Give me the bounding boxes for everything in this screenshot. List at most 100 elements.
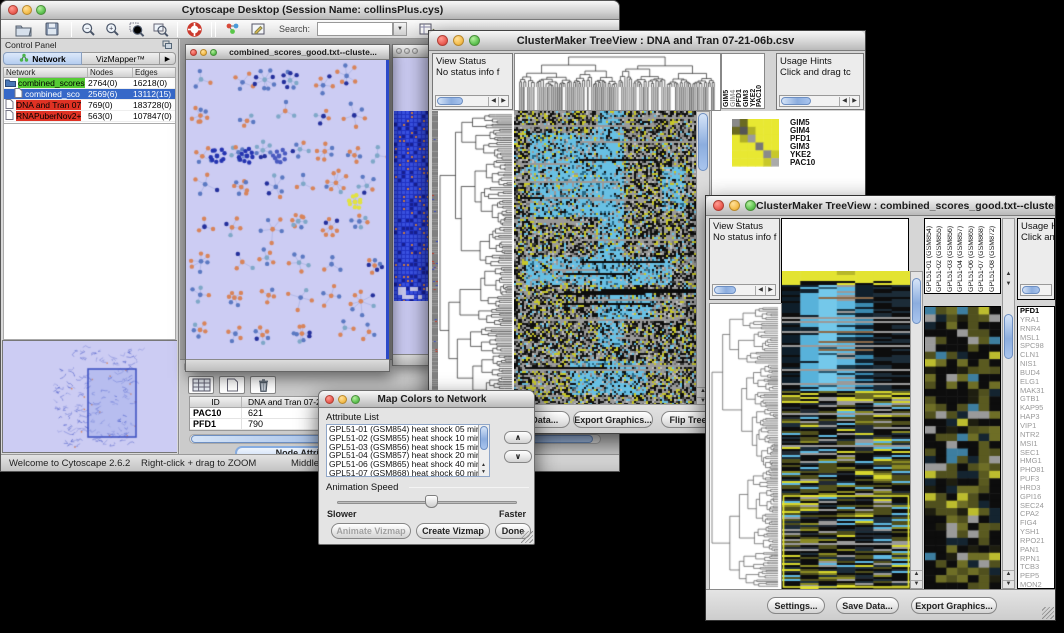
column-label[interactable]: GPL51-06 (GSM865) (968, 220, 978, 292)
resize-grip[interactable] (1042, 607, 1054, 619)
resize-grip[interactable] (521, 531, 533, 543)
create-vizmap-button[interactable]: Create Vizmap (416, 523, 490, 539)
usage-hints-panel: Usage Hi Click and (1017, 218, 1055, 300)
tab-overflow-arrow[interactable]: ▶ (160, 52, 176, 65)
tab-network[interactable]: Network (3, 52, 82, 65)
minimize-button[interactable] (200, 49, 207, 56)
slider-thumb[interactable] (425, 495, 438, 508)
column-labels: GIM5GIM4PFD1GIM3YKE2PAC10 (721, 53, 765, 109)
network-tab-icon (19, 53, 29, 65)
animate-vizmap-button[interactable]: Animate Vizmap (331, 523, 411, 539)
move-down-button[interactable]: ∨ (504, 450, 532, 463)
dialog-title: Map Colors to Network (360, 394, 504, 405)
control-panel: Control Panel Network VizMapper™ ▶ Netwo… (1, 39, 179, 454)
attribute-list-label: Attribute List (326, 412, 379, 423)
save-data-button[interactable]: Save Data... (836, 597, 899, 614)
dense-network-canvas[interactable] (394, 111, 428, 301)
gene-label[interactable]: MON2 (1020, 581, 1054, 589)
usage-hints-scrollbar[interactable]: ◀▶ (779, 95, 860, 107)
move-up-button[interactable]: ∧ (504, 431, 532, 444)
zoom-button[interactable] (745, 200, 756, 211)
usage-hints-scrollbar[interactable] (1020, 284, 1052, 296)
close-button[interactable] (8, 5, 18, 15)
network-view-canvas[interactable] (187, 60, 387, 360)
annotation-icon[interactable] (251, 22, 266, 40)
column-label[interactable]: PFD1 (736, 55, 743, 107)
zoom-button[interactable] (469, 35, 480, 46)
search-dropdown-button[interactable]: ▼ (393, 22, 407, 36)
export-graphics-button[interactable]: Export Graphics... (573, 411, 653, 428)
zoom-button[interactable] (210, 49, 217, 56)
control-panel-title: Control Panel (5, 40, 57, 50)
folder-icon (5, 78, 16, 89)
search-input[interactable] (317, 22, 393, 36)
background-network-window[interactable] (392, 44, 430, 366)
minimize-button[interactable] (22, 5, 32, 15)
network-row[interactable]: RNAPuberNov2+563(0)107847(0) (4, 111, 175, 122)
status-zoom-hint: Right-click + drag to ZOOM (141, 458, 256, 469)
view-status-scrollbar[interactable]: ◀▶ (435, 95, 509, 107)
minimize-button[interactable] (729, 200, 740, 211)
float-panel-icon[interactable] (162, 40, 173, 51)
column-tree-area (781, 218, 909, 271)
treeview-window-combined: ClusterMaker TreeView : combined_scores_… (705, 195, 1056, 621)
close-button[interactable] (190, 49, 197, 56)
network-view-title: combined_scores_good.txt--cluste... (217, 47, 389, 57)
close-button[interactable] (325, 395, 334, 404)
export-graphics-button[interactable]: Export Graphics... (911, 597, 997, 614)
column-label[interactable]: GPL51-03 (GSM856) (947, 220, 957, 292)
row-dendrogram[interactable] (438, 111, 514, 406)
tab-vizmapper[interactable]: VizMapper™ (82, 52, 160, 65)
usage-hints-panel: Usage Hints Click and drag tc ◀▶ (776, 53, 864, 110)
heatmap-canvas[interactable] (781, 271, 911, 589)
minimize-button[interactable] (404, 48, 410, 54)
column-label[interactable]: GPL51-02 (GSM855) (936, 220, 946, 292)
attribute-listbox[interactable]: GPL51-01 (GSM854) heat shock 05 minGPL51… (326, 424, 490, 477)
column-label[interactable]: PAC10 (756, 55, 763, 107)
birdseye-view[interactable] (2, 340, 177, 453)
heatmap-vscrollbar[interactable]: ▲ ▼ (910, 271, 923, 589)
column-label[interactable]: GPL51-08 (GSM872) (989, 220, 999, 292)
row-label[interactable]: PAC10 (790, 159, 815, 167)
column-label[interactable]: GPL51-01 (GSM854) (926, 220, 936, 292)
zoom-button[interactable] (351, 395, 360, 404)
zoom-button[interactable] (412, 48, 418, 54)
attribute-list-item[interactable]: GPL51-07 (GSM868) heat shock 60 min (329, 469, 489, 477)
faster-label: Faster (499, 509, 526, 519)
network-view-window: combined_scores_good.txt--cluste... (185, 44, 390, 372)
attribute-list-vscrollbar[interactable]: ▲ ▼ (478, 425, 489, 476)
close-button[interactable] (713, 200, 724, 211)
slower-label: Slower (327, 509, 357, 519)
col-id[interactable]: ID (190, 397, 242, 407)
zoom-heatmap-canvas[interactable] (732, 119, 779, 167)
heatmap-canvas[interactable] (514, 111, 696, 406)
window-resize-bar[interactable] (393, 354, 429, 365)
zoom-row-labels: GIM5GIM4PFD1GIM3YKE2PAC10 (790, 119, 815, 167)
close-button[interactable] (437, 35, 448, 46)
birdseye-canvas[interactable] (3, 341, 177, 452)
treeview2-title: ClusterMaker TreeView : combined_scores_… (756, 200, 1055, 212)
column-label[interactable]: GIM3 (743, 55, 750, 107)
file-icon (5, 110, 14, 122)
view-status-scrollbar[interactable]: ◀▶ (712, 284, 776, 296)
node-appearance-icon[interactable] (225, 22, 240, 40)
table-icon[interactable] (188, 376, 214, 394)
zoom-button[interactable] (36, 5, 46, 15)
column-dendrogram[interactable] (514, 53, 721, 111)
column-label[interactable]: GPL51-04 (GSM857) (957, 220, 967, 292)
toolbar-separator (211, 22, 212, 37)
new-page-icon[interactable] (219, 376, 245, 394)
window-resize-bar[interactable] (186, 359, 389, 371)
zoom-vscrollbar[interactable]: ▲ ▼ ▲ ▼ (1002, 218, 1015, 589)
column-label[interactable]: GIM5 (723, 55, 730, 107)
column-label[interactable]: GPL51-07 (GSM868) (978, 220, 988, 292)
close-button[interactable] (396, 48, 402, 54)
minimize-button[interactable] (338, 395, 347, 404)
animation-speed-slider[interactable] (337, 495, 517, 509)
settings-button[interactable]: Settings... (767, 597, 825, 614)
minimize-button[interactable] (453, 35, 464, 46)
zoom-heatmap-canvas[interactable] (924, 306, 1001, 591)
trash-icon[interactable] (250, 376, 276, 394)
main-window-title: Cytoscape Desktop (Session Name: collins… (46, 4, 579, 16)
row-dendrogram[interactable] (709, 303, 782, 591)
